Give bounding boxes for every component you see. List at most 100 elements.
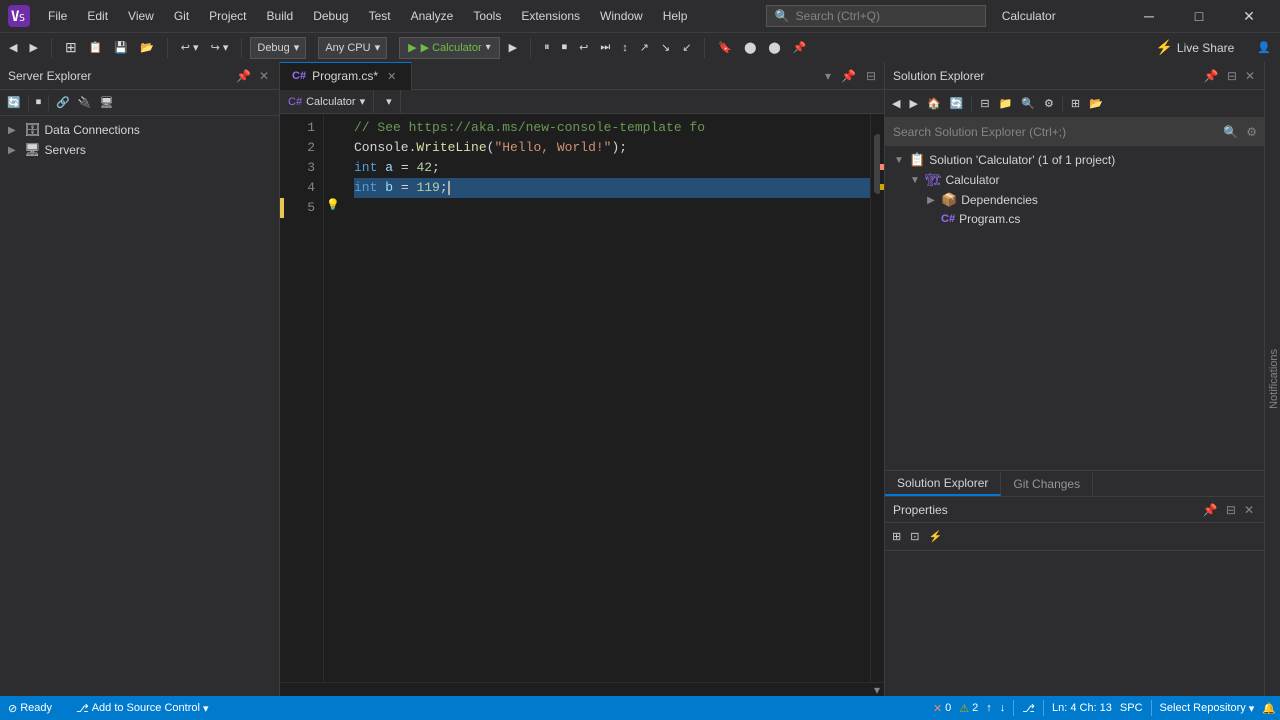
se-pin2-btn[interactable]: ⊟ bbox=[1225, 67, 1239, 85]
se-settings-btn[interactable]: ⚙ bbox=[1041, 95, 1057, 112]
debug-toolbar-btn-3[interactable]: ↩ bbox=[574, 38, 593, 57]
status-select-repo[interactable]: Select Repository ▾ bbox=[1156, 702, 1259, 715]
menu-window[interactable]: Window bbox=[592, 5, 651, 27]
debug-toolbar-btn-6[interactable]: ↗ bbox=[635, 38, 654, 57]
se-properties-btn[interactable]: ⊞ bbox=[1068, 95, 1083, 112]
menu-test[interactable]: Test bbox=[361, 5, 399, 27]
platform-dropdown[interactable]: Any CPU ▾ bbox=[318, 37, 387, 59]
se-search-settings-icon[interactable]: ⚙ bbox=[1246, 125, 1257, 139]
status-source-control[interactable]: ⎇ Add to Source Control ▾ bbox=[68, 696, 216, 720]
debug-toolbar-btn-4[interactable]: ⏭ bbox=[595, 38, 615, 57]
editor-scrollbar[interactable] bbox=[870, 114, 884, 682]
notifications-label[interactable]: Notifications bbox=[1268, 349, 1280, 409]
se-open-folder-btn[interactable]: 📂 bbox=[1086, 95, 1106, 112]
bookmark-btn-3[interactable]: ⬤ bbox=[763, 38, 785, 57]
prop-close-btn[interactable]: ✕ bbox=[1242, 501, 1256, 519]
menu-git[interactable]: Git bbox=[166, 5, 197, 27]
bookmark-btn-1[interactable]: 🔖 bbox=[713, 38, 737, 57]
se-collapse-btn[interactable]: ⊟ bbox=[977, 95, 992, 112]
menu-file[interactable]: File bbox=[40, 5, 75, 27]
debug-toolbar-btn-1[interactable]: ⏸ bbox=[539, 38, 555, 57]
open-server-button[interactable]: 🖥 bbox=[97, 94, 117, 111]
menu-edit[interactable]: Edit bbox=[79, 5, 116, 27]
pin-button[interactable]: 📌 bbox=[234, 67, 253, 85]
tab-close-button[interactable]: ✕ bbox=[384, 69, 399, 84]
tree-item-data-connections[interactable]: ▶ 🗄 Data Connections bbox=[4, 120, 275, 140]
status-git[interactable]: ⎇ bbox=[1018, 702, 1039, 715]
tab-split-btn[interactable]: ⊟ bbox=[862, 67, 880, 85]
back-button[interactable]: ◀ bbox=[4, 38, 22, 57]
layout-btn-4[interactable]: 📂 bbox=[135, 38, 159, 57]
refresh-button[interactable]: 🔄 bbox=[4, 94, 24, 111]
redo-button[interactable]: ↪ ▾ bbox=[206, 38, 234, 57]
live-share-button[interactable]: ⚡ Live Share bbox=[1145, 33, 1244, 62]
debug-toolbar-btn-8[interactable]: ↙ bbox=[677, 38, 696, 57]
minimize-button[interactable]: ─ bbox=[1126, 0, 1172, 32]
lightbulb-icon[interactable]: 💡 bbox=[326, 198, 340, 211]
debug-toolbar-btn-5[interactable]: ↕ bbox=[617, 39, 633, 57]
menu-project[interactable]: Project bbox=[201, 5, 254, 27]
stop-button[interactable]: ⏹ bbox=[33, 94, 45, 111]
se-show-files-btn[interactable]: 📁 bbox=[996, 95, 1016, 112]
menu-help[interactable]: Help bbox=[655, 5, 696, 27]
debug-toolbar-btn-7[interactable]: ↘ bbox=[656, 38, 675, 57]
layout-btn-3[interactable]: 💾 bbox=[109, 38, 133, 57]
editor-hscrollbar[interactable]: ▾ bbox=[280, 682, 884, 696]
menu-build[interactable]: Build bbox=[259, 5, 302, 27]
class-dropdown[interactable]: C# Calculator ▾ bbox=[280, 90, 374, 113]
menu-view[interactable]: View bbox=[120, 5, 162, 27]
se-refresh-btn[interactable]: 🔄 bbox=[947, 95, 967, 112]
prop-categorized-btn[interactable]: ⊞ bbox=[889, 528, 904, 545]
prop-events-btn[interactable]: ⚡ bbox=[925, 528, 945, 545]
layout-btn-2[interactable]: 📋 bbox=[84, 38, 108, 57]
bookmark-btn-4[interactable]: 📌 bbox=[788, 38, 812, 57]
se-forward-btn[interactable]: ▶ bbox=[906, 95, 920, 112]
se-back-btn[interactable]: ◀ bbox=[889, 95, 903, 112]
tab-solution-explorer[interactable]: Solution Explorer bbox=[885, 472, 1001, 496]
menu-tools[interactable]: Tools bbox=[465, 5, 509, 27]
maximize-button[interactable]: □ bbox=[1176, 0, 1222, 32]
se-pin-btn[interactable]: 📌 bbox=[1202, 67, 1221, 85]
connect-button[interactable]: 🔗 bbox=[53, 94, 73, 111]
se-search-icon[interactable]: 🔍 bbox=[1223, 125, 1238, 139]
menu-extensions[interactable]: Extensions bbox=[513, 5, 588, 27]
se-tree-solution[interactable]: ▼ 📋 Solution 'Calculator' (1 of 1 projec… bbox=[885, 150, 1265, 170]
close-button[interactable]: ✕ bbox=[1226, 0, 1272, 32]
se-close-btn[interactable]: ✕ bbox=[1243, 67, 1257, 85]
debug-mode-dropdown[interactable]: Debug ▾ bbox=[250, 37, 306, 59]
status-cursor-pos[interactable]: Ln: 4 Ch: 13 bbox=[1048, 702, 1116, 714]
status-bell[interactable]: 🔔 bbox=[1258, 702, 1280, 715]
se-filter-btn[interactable]: 🔍 bbox=[1018, 95, 1038, 112]
status-ready[interactable]: ⊘ Ready bbox=[0, 696, 60, 720]
profile-button[interactable]: 👤 bbox=[1252, 38, 1276, 57]
se-tree-programcs[interactable]: C# Program.cs bbox=[885, 210, 1265, 228]
connect2-button[interactable]: 🔌 bbox=[75, 94, 95, 111]
debug-toolbar-btn-2[interactable]: ⏹ bbox=[557, 38, 573, 57]
layout-btn-1[interactable]: ⊞ bbox=[60, 36, 82, 59]
status-encoding[interactable]: SPC bbox=[1116, 702, 1147, 714]
se-close-button[interactable]: ✕ bbox=[257, 67, 271, 85]
status-errors[interactable]: ✕ 0 bbox=[929, 702, 955, 715]
member-dropdown[interactable]: ▾ bbox=[374, 90, 401, 113]
menu-analyze[interactable]: Analyze bbox=[403, 5, 462, 27]
tab-program-cs[interactable]: C# Program.cs* ✕ bbox=[280, 62, 412, 90]
prop-pin2-btn[interactable]: ⊟ bbox=[1224, 501, 1238, 519]
prop-pin-btn[interactable]: 📌 bbox=[1201, 501, 1220, 519]
bookmark-btn-2[interactable]: ⬤ bbox=[739, 38, 761, 57]
tab-dropdown-btn[interactable]: ▾ bbox=[821, 67, 835, 85]
tab-git-changes[interactable]: Git Changes bbox=[1001, 473, 1093, 495]
se-tree-calculator[interactable]: ▼ 🏗 Calculator bbox=[885, 170, 1265, 190]
scroll-down-btn[interactable]: ▾ bbox=[870, 683, 884, 697]
tab-pin-btn[interactable]: 📌 bbox=[837, 67, 860, 85]
status-up-arrow[interactable]: ↑ bbox=[982, 702, 996, 714]
menu-debug[interactable]: Debug bbox=[305, 5, 356, 27]
tree-item-servers[interactable]: ▶ 🖥 Servers bbox=[4, 140, 275, 160]
se-home-btn[interactable]: 🏠 bbox=[924, 95, 944, 112]
status-warnings[interactable]: ⚠ 2 bbox=[955, 702, 982, 715]
run-alt-button[interactable]: ▶ bbox=[504, 38, 522, 57]
undo-button[interactable]: ↩ ▾ bbox=[176, 38, 204, 57]
forward-button[interactable]: ▶ bbox=[24, 38, 42, 57]
prop-alpha-btn[interactable]: ⊡ bbox=[907, 528, 922, 545]
status-down-arrow[interactable]: ↓ bbox=[996, 702, 1010, 714]
se-tree-dependencies[interactable]: ▶ 📦 Dependencies bbox=[885, 190, 1265, 210]
